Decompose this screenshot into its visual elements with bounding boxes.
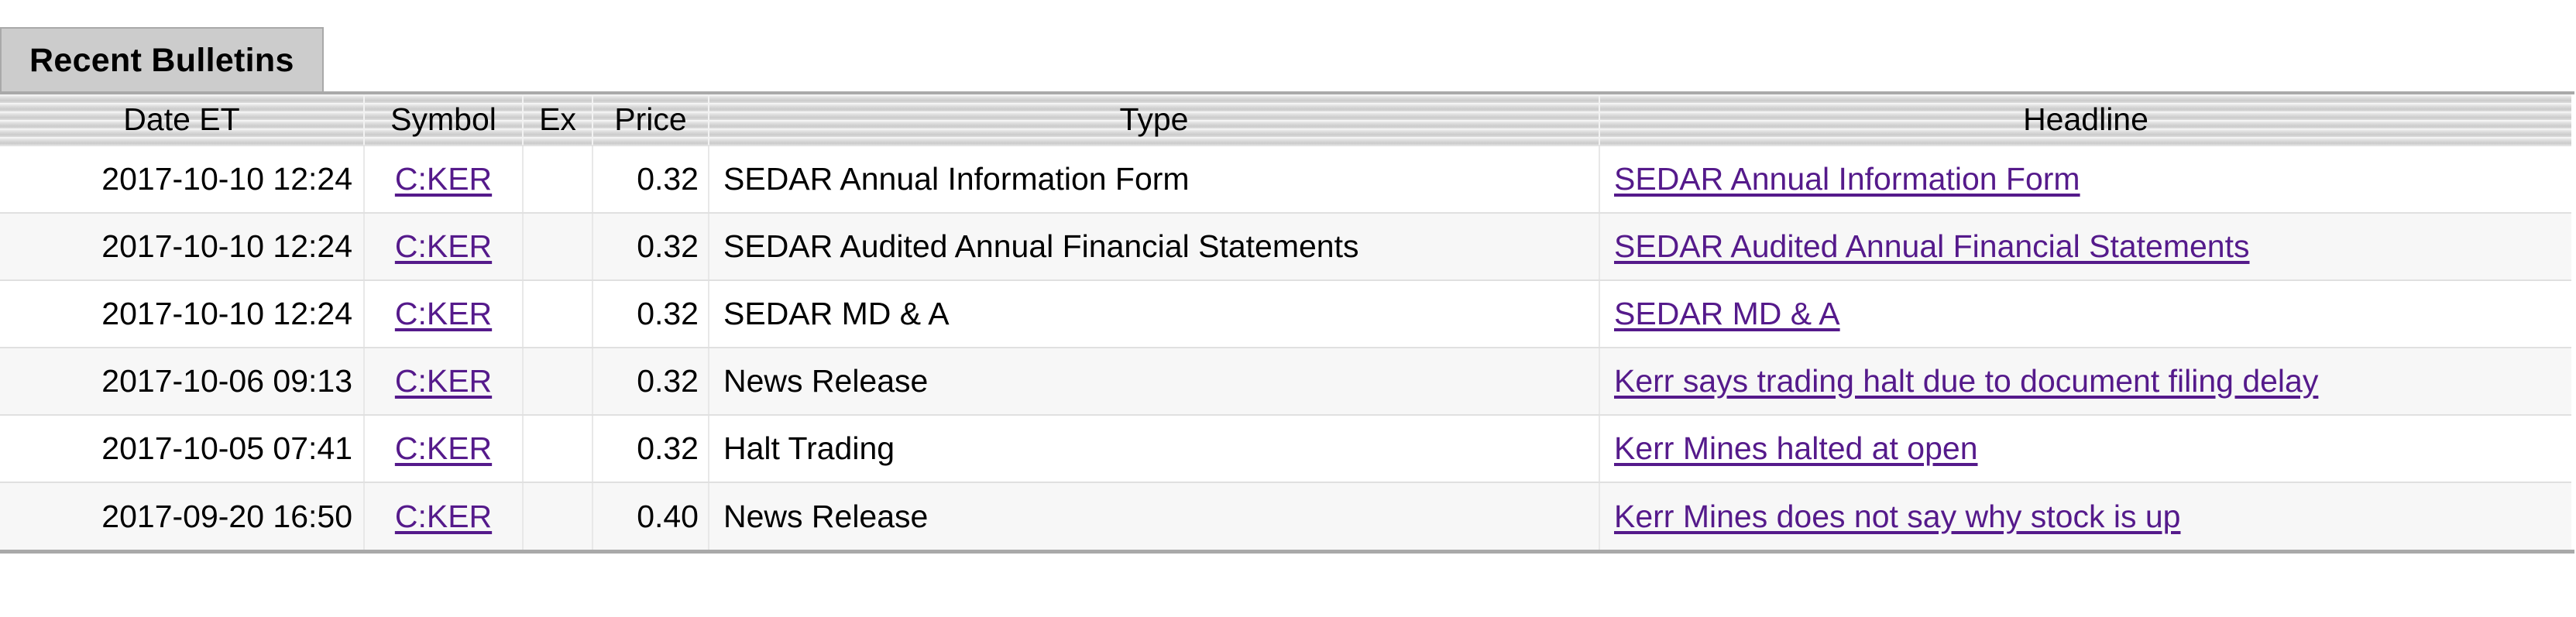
cell-ex	[523, 415, 593, 483]
symbol-link[interactable]: C:KER	[395, 363, 492, 399]
header-row: Date ET Symbol Ex Price Type Headline	[0, 94, 2571, 146]
table-row: 2017-09-20 16:50 C:KER 0.40 News Release…	[0, 482, 2571, 550]
headline-link[interactable]: Kerr Mines halted at open	[1614, 430, 1978, 466]
cell-price: 0.32	[592, 415, 709, 483]
table-body: 2017-10-10 12:24 C:KER 0.32 SEDAR Annual…	[0, 146, 2571, 550]
tab-recent-bulletins[interactable]: Recent Bulletins	[0, 27, 324, 92]
cell-date: 2017-10-10 12:24	[0, 146, 365, 214]
symbol-link[interactable]: C:KER	[395, 296, 492, 331]
cell-ex	[523, 280, 593, 348]
cell-type: SEDAR MD & A	[709, 280, 1600, 348]
cell-date: 2017-09-20 16:50	[0, 482, 365, 550]
symbol-link[interactable]: C:KER	[395, 161, 492, 197]
headline-link[interactable]: Kerr Mines does not say why stock is up	[1614, 499, 2180, 534]
cell-ex	[523, 348, 593, 416]
table-header: Date ET Symbol Ex Price Type Headline	[0, 94, 2571, 146]
symbol-link[interactable]: C:KER	[395, 499, 492, 534]
cell-headline: SEDAR MD & A	[1599, 280, 2571, 348]
tab-strip: Recent Bulletins	[0, 27, 324, 92]
cell-date: 2017-10-10 12:24	[0, 213, 365, 281]
cell-price: 0.32	[592, 348, 709, 416]
cell-symbol: C:KER	[364, 213, 524, 281]
cell-date: 2017-10-10 12:24	[0, 280, 365, 348]
cell-date: 2017-10-06 09:13	[0, 348, 365, 416]
column-header-type[interactable]: Type	[709, 94, 1600, 146]
table-row: 2017-10-05 07:41 C:KER 0.32 Halt Trading…	[0, 415, 2571, 483]
table-row: 2017-10-10 12:24 C:KER 0.32 SEDAR MD & A…	[0, 280, 2571, 348]
table-row: 2017-10-10 12:24 C:KER 0.32 SEDAR Audite…	[0, 213, 2571, 281]
cell-price: 0.32	[592, 146, 709, 214]
tab-label: Recent Bulletins	[29, 41, 294, 79]
cell-ex	[523, 146, 593, 214]
cell-symbol: C:KER	[364, 146, 524, 214]
cell-symbol: C:KER	[364, 280, 524, 348]
cell-headline: Kerr Mines does not say why stock is up	[1599, 482, 2571, 550]
table-row: 2017-10-10 12:24 C:KER 0.32 SEDAR Annual…	[0, 146, 2571, 214]
column-header-headline[interactable]: Headline	[1599, 94, 2571, 146]
cell-type: SEDAR Audited Annual Financial Statement…	[709, 213, 1600, 281]
symbol-link[interactable]: C:KER	[395, 228, 492, 264]
cell-headline: SEDAR Audited Annual Financial Statement…	[1599, 213, 2571, 281]
bulletins-page: Recent Bulletins Date ET Symbol Ex Price…	[0, 0, 2576, 617]
cell-date: 2017-10-05 07:41	[0, 415, 365, 483]
page-blank-area	[0, 554, 2576, 617]
column-header-price[interactable]: Price	[592, 94, 709, 146]
cell-headline: Kerr says trading halt due to document f…	[1599, 348, 2571, 416]
cell-ex	[523, 482, 593, 550]
cell-headline: Kerr Mines halted at open	[1599, 415, 2571, 483]
cell-headline: SEDAR Annual Information Form	[1599, 146, 2571, 214]
column-header-ex[interactable]: Ex	[523, 94, 593, 146]
cell-symbol: C:KER	[364, 415, 524, 483]
cell-type: SEDAR Annual Information Form	[709, 146, 1600, 214]
cell-type: News Release	[709, 348, 1600, 416]
column-header-date[interactable]: Date ET	[0, 94, 365, 146]
cell-ex	[523, 213, 593, 281]
bulletins-table-container: Date ET Symbol Ex Price Type Headline 20…	[0, 91, 2574, 554]
column-header-symbol[interactable]: Symbol	[364, 94, 524, 146]
cell-price: 0.32	[592, 280, 709, 348]
headline-link[interactable]: SEDAR MD & A	[1614, 296, 1840, 331]
cell-type: Halt Trading	[709, 415, 1600, 483]
headline-link[interactable]: Kerr says trading halt due to document f…	[1614, 363, 2318, 399]
symbol-link[interactable]: C:KER	[395, 430, 492, 466]
cell-price: 0.32	[592, 213, 709, 281]
cell-symbol: C:KER	[364, 348, 524, 416]
headline-link[interactable]: SEDAR Annual Information Form	[1614, 161, 2080, 197]
cell-symbol: C:KER	[364, 482, 524, 550]
cell-type: News Release	[709, 482, 1600, 550]
headline-link[interactable]: SEDAR Audited Annual Financial Statement…	[1614, 228, 2249, 264]
table-row: 2017-10-06 09:13 C:KER 0.32 News Release…	[0, 348, 2571, 416]
cell-price: 0.40	[592, 482, 709, 550]
bulletins-table: Date ET Symbol Ex Price Type Headline 20…	[0, 94, 2571, 550]
